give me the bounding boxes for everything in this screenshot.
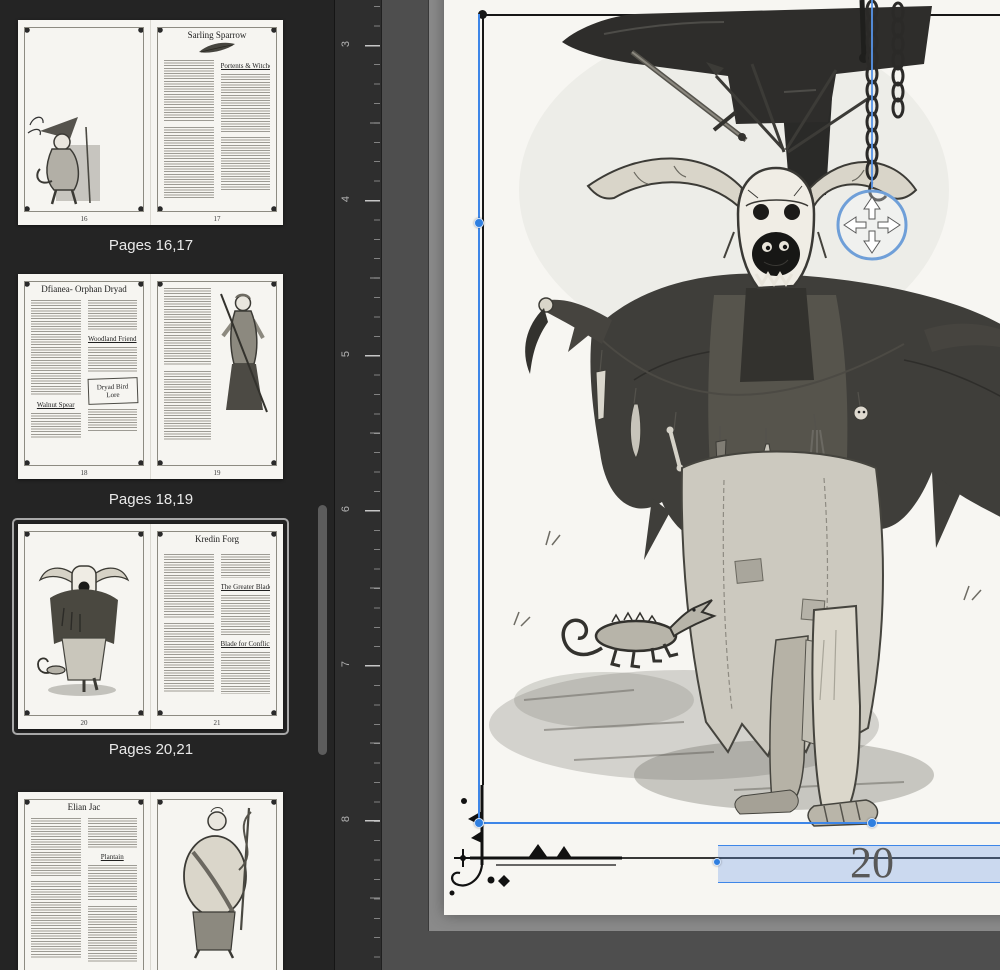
text-column bbox=[31, 818, 81, 970]
kredin-forg-artwork[interactable] bbox=[484, 0, 1000, 830]
thumb-page-21[interactable]: Kredin Forg The Greater Blade Blade for … bbox=[150, 524, 283, 729]
ruler-major-ticks bbox=[365, 45, 380, 970]
text-column: Walnut Spear bbox=[31, 300, 81, 461]
kredin-forg-mini-illustration bbox=[37, 565, 130, 696]
thumb-page-right[interactable] bbox=[150, 792, 283, 970]
thumb-page-number: 16 bbox=[80, 215, 88, 223]
thumbnail-selected-frame: 20 Kredin Forg The Greater Blade Blade f… bbox=[12, 518, 289, 735]
thumbnail-pages-18-19[interactable]: Dfianea- Orphan Dryad Walnut Spear Woodl… bbox=[12, 268, 290, 508]
thumb-page-17[interactable]: Sarling Sparrow Portents & Witchcraf bbox=[150, 20, 283, 225]
spread-thumbnail[interactable]: 20 Kredin Forg The Greater Blade Blade f… bbox=[18, 524, 283, 729]
thumb-page-number: 19 bbox=[213, 469, 221, 477]
selection-frame-left-edge[interactable] bbox=[478, 14, 480, 824]
text-column: Woodland Friend Dryad Bird Lore bbox=[87, 300, 138, 461]
section-heading: The Greater Blade bbox=[220, 583, 271, 591]
origin-crosshair-marker bbox=[454, 849, 472, 867]
ruler-label: 4 bbox=[340, 195, 352, 203]
dryad-illustration bbox=[220, 293, 268, 413]
section-heading: Plantain bbox=[100, 853, 124, 861]
selection-handle-bottom-left[interactable] bbox=[474, 818, 484, 828]
feather-illustration bbox=[199, 42, 235, 53]
thumb-page-18[interactable]: Dfianea- Orphan Dryad Walnut Spear Woodl… bbox=[18, 274, 150, 479]
article-title: Dfianea- Orphan Dryad bbox=[41, 284, 127, 294]
document-canvas[interactable]: 20 bbox=[382, 0, 1000, 970]
text-column: Portents & Witchcraft bbox=[220, 60, 271, 207]
sidebar-box: Dryad Bird Lore bbox=[87, 377, 138, 405]
vertical-ruler[interactable]: 3 4 5 6 7 8 bbox=[335, 0, 382, 970]
move-cursor-icon bbox=[836, 189, 908, 261]
text-column bbox=[164, 288, 211, 461]
spread-thumbnail[interactable]: Dfianea- Orphan Dryad Walnut Spear Woodl… bbox=[18, 274, 283, 479]
section-heading: Portents & Witchcraft bbox=[220, 62, 271, 70]
thumbnail-label: Pages 18,19 bbox=[108, 491, 194, 508]
thumbnail-frame: Dfianea- Orphan Dryad Walnut Spear Woodl… bbox=[12, 268, 289, 485]
ruler-label: 6 bbox=[340, 505, 352, 513]
selection-frame-bottom-edge[interactable] bbox=[478, 822, 1000, 824]
thumb-page-number: 17 bbox=[213, 215, 221, 223]
thumbnail-frame: 16 Sarling Sparrow Portents & Witch 17 bbox=[12, 14, 289, 231]
document-page-20[interactable] bbox=[444, 0, 1000, 915]
thumbnail-pages-20-21[interactable]: 20 Kredin Forg The Greater Blade Blade f… bbox=[12, 518, 290, 758]
pages-panel: 16 Sarling Sparrow Portents & Witch 17 P… bbox=[0, 0, 335, 970]
text-column: Plantain bbox=[87, 818, 137, 970]
selection-handle-left-mid[interactable] bbox=[474, 218, 484, 228]
ruler-label: 3 bbox=[340, 40, 352, 48]
corner-flourish-ornament bbox=[449, 785, 622, 896]
page-number-text-frame[interactable]: 20 bbox=[718, 839, 1000, 887]
selection-handle-bottom-mid[interactable] bbox=[867, 818, 877, 828]
text-column bbox=[164, 554, 214, 711]
frame-center-guide bbox=[871, 0, 873, 188]
section-heading: Blade for Conflict bbox=[220, 640, 271, 648]
spread-thumbnail[interactable]: Elian Jac Plantain bbox=[18, 792, 283, 970]
panel-scrollbar[interactable] bbox=[318, 505, 327, 755]
thumb-page-16[interactable]: 16 bbox=[18, 20, 150, 225]
text-column: The Greater Blade Blade for Conflict bbox=[220, 554, 271, 711]
section-heading: Walnut Spear bbox=[36, 401, 75, 409]
article-title: Elian Jac bbox=[67, 802, 101, 812]
thumb-page-number: 20 bbox=[80, 719, 88, 727]
ruler-label: 8 bbox=[340, 815, 352, 823]
thumbnail-label: Pages 16,17 bbox=[108, 237, 194, 254]
goblin-illustration bbox=[27, 116, 100, 205]
thumbnail-pages-22-23[interactable]: Elian Jac Plantain bbox=[12, 786, 290, 970]
spread-thumbnail[interactable]: 16 Sarling Sparrow Portents & Witch 17 bbox=[18, 20, 283, 225]
thumb-page-19[interactable]: 19 bbox=[150, 274, 283, 479]
elian-jac-illustration bbox=[183, 807, 252, 959]
thumb-page-number: 18 bbox=[80, 469, 88, 477]
ruler-label: 7 bbox=[340, 660, 352, 668]
thumb-page-20[interactable]: 20 bbox=[18, 524, 150, 729]
thumbnail-pages-16-17[interactable]: 16 Sarling Sparrow Portents & Witch 17 P… bbox=[12, 14, 290, 254]
thumbnail-label: Pages 20,21 bbox=[108, 741, 194, 758]
text-frame-handle-left-mid[interactable] bbox=[713, 858, 721, 866]
section-heading: Woodland Friend bbox=[87, 335, 137, 343]
article-title: Sarling Sparrow bbox=[187, 30, 247, 40]
ruler-label: 5 bbox=[340, 350, 352, 358]
thumbnail-frame: Elian Jac Plantain bbox=[12, 786, 289, 970]
page-number: 20 bbox=[850, 838, 894, 887]
article-title: Kredin Forg bbox=[194, 534, 240, 544]
thumb-page-number: 21 bbox=[213, 719, 221, 727]
thumb-page-left[interactable]: Elian Jac Plantain bbox=[18, 792, 150, 970]
text-column bbox=[164, 60, 214, 207]
publisher-app: 16 Sarling Sparrow Portents & Witch 17 P… bbox=[0, 0, 1000, 970]
